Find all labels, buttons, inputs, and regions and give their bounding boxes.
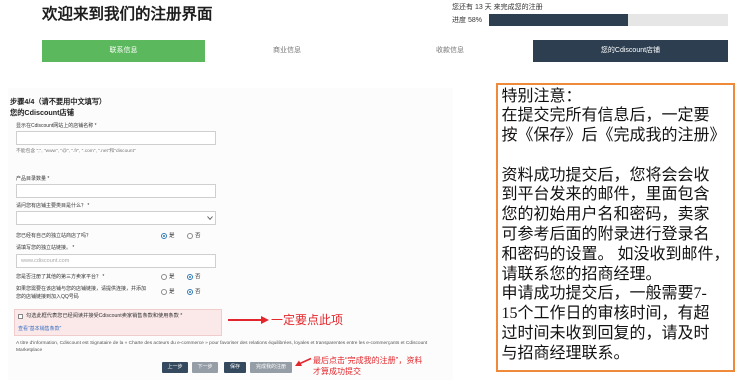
main-category-select[interactable]: [16, 211, 216, 225]
own-site-label: 您已经有自己的独立站商店了吗？: [16, 232, 92, 239]
notice-line: 按《保存》后《完成我的注册》: [501, 127, 726, 145]
save-button[interactable]: 保存: [224, 362, 246, 373]
terms-link[interactable]: 查看“基本销售条款”: [18, 326, 61, 333]
section-title: 您的Cdiscount店铺: [10, 108, 74, 117]
finish-callout-line: 最后点击“完成我的注册”，资料: [313, 356, 423, 365]
notice-paragraph: 资料成功提交后，您将会会收 到平台发来的邮件，里面包含 您的初始用户名和密码，卖…: [502, 166, 734, 285]
notice-line: 过时间未收到回复的，请及时: [501, 325, 710, 343]
terms-callout-text: 一定要点此项: [271, 313, 344, 327]
callout-arrow-icon: [295, 357, 312, 366]
chevron-down-icon: [207, 216, 213, 220]
progress-label: 进度 58%: [452, 17, 482, 24]
other-platforms-option-no: 否: [195, 273, 201, 280]
days-remaining-text: 您还有 13 天 来完成您的注册: [452, 4, 543, 11]
notice-line: 请联系您的招商经理。: [501, 265, 662, 283]
shop-link-label-line: 您的店铺链接到加入QQ号码: [16, 293, 79, 300]
own-site-radio-no[interactable]: [187, 233, 193, 239]
tab-contact-info[interactable]: 联系信息: [42, 40, 205, 62]
catalog-size-label: 产品目录数量 *: [16, 175, 50, 182]
next-button[interactable]: 下一步: [192, 362, 218, 373]
notice-line: 和密码的设置。 如没收到邮件，: [501, 245, 730, 263]
shop-name-hint: 不能包含 ";", "www", "@", ".fr", ".com", ".n…: [16, 149, 136, 154]
finish-registration-button[interactable]: 完成我的注册: [250, 362, 292, 373]
own-site-option-yes: 是: [169, 232, 175, 239]
notice-line: 您的初始用户名和密码，卖家: [501, 206, 710, 224]
step-title: 步骤4/4（请不要用中文填写）: [10, 97, 107, 106]
notice-line: 到平台发来的邮件，里面包含: [501, 186, 710, 204]
shop-link-option-yes: 是: [169, 288, 175, 295]
site-url-input[interactable]: [16, 254, 216, 268]
finish-callout-line: 才算成功提交: [313, 366, 361, 376]
previous-button[interactable]: 上一步: [162, 362, 188, 373]
terms-label: 勾选此框代表您已经阅读并接受Cdiscount卖家销售条款和使用条款 *: [26, 313, 183, 319]
notice-line: 资料成功提交后，您将会会收: [501, 166, 710, 184]
shop-name-input[interactable]: [16, 131, 216, 145]
progress-bar: [489, 14, 728, 26]
tab-business-info[interactable]: 商业信息: [212, 40, 362, 62]
callout-arrow-icon: [228, 316, 269, 324]
notice-line: 与招商经理联系。: [501, 344, 630, 362]
other-platforms-label: 您是否注册了其他的第三方卖家平台？ *: [16, 273, 105, 280]
notice-line: 15个工作日的审核时间，有超: [501, 305, 710, 323]
progress-fill: [489, 14, 628, 26]
shop-link-radio-yes[interactable]: [161, 289, 167, 295]
other-platforms-radio-no[interactable]: [187, 274, 193, 280]
notice-line: 可参考后面的附录进行登录名: [501, 226, 710, 244]
notice-line: 申请成功提交后，一般需要7-: [501, 285, 707, 303]
tab-payment-info[interactable]: 收款信息: [375, 40, 525, 62]
shop-name-label: 显示在Cdiscount网站上的店铺名称 *: [16, 122, 97, 129]
notice-paragraph: 申请成功提交后，一般需要7- 15个工作日的审核时间，有超 过时间未收到回复的，…: [502, 284, 734, 363]
finish-callout-text: 最后点击“完成我的注册”，资料 才算成功提交: [313, 356, 422, 377]
charter-note: A titre d'information, Cdiscount est Sig…: [16, 341, 428, 353]
own-site-option-no: 否: [195, 232, 201, 239]
page-title: 欢迎来到我们的注册界面: [42, 6, 213, 23]
other-platforms-radio-yes[interactable]: [161, 274, 167, 280]
own-site-radio-yes[interactable]: [161, 233, 167, 239]
tab-your-shop[interactable]: 您的Cdiscount店铺: [533, 40, 728, 62]
shop-link-radio-no[interactable]: [187, 289, 193, 295]
notice-title: 特别注意：: [501, 87, 582, 105]
site-url-label: 请填写您的独立站链接。 *: [16, 245, 75, 251]
notice-line: 在提交完所有信息后，一定要: [501, 107, 710, 125]
main-category-label: 请问您有店铺主要类目是什么？ *: [16, 203, 90, 209]
terms-checkbox[interactable]: [18, 314, 23, 319]
shop-link-option-no: 否: [195, 288, 201, 295]
notice-paragraph: 在提交完所有信息后，一定要 按《保存》后《完成我的注册》: [502, 106, 734, 146]
notice-panel: 特别注意： 在提交完所有信息后，一定要 按《保存》后《完成我的注册》 资料成功提…: [496, 83, 735, 372]
other-platforms-option-yes: 是: [169, 273, 175, 280]
catalog-size-input[interactable]: [16, 184, 216, 198]
shop-link-label-line: 如果您需要在该店铺与您的店铺链接，请提供连接，并添加: [16, 285, 147, 292]
